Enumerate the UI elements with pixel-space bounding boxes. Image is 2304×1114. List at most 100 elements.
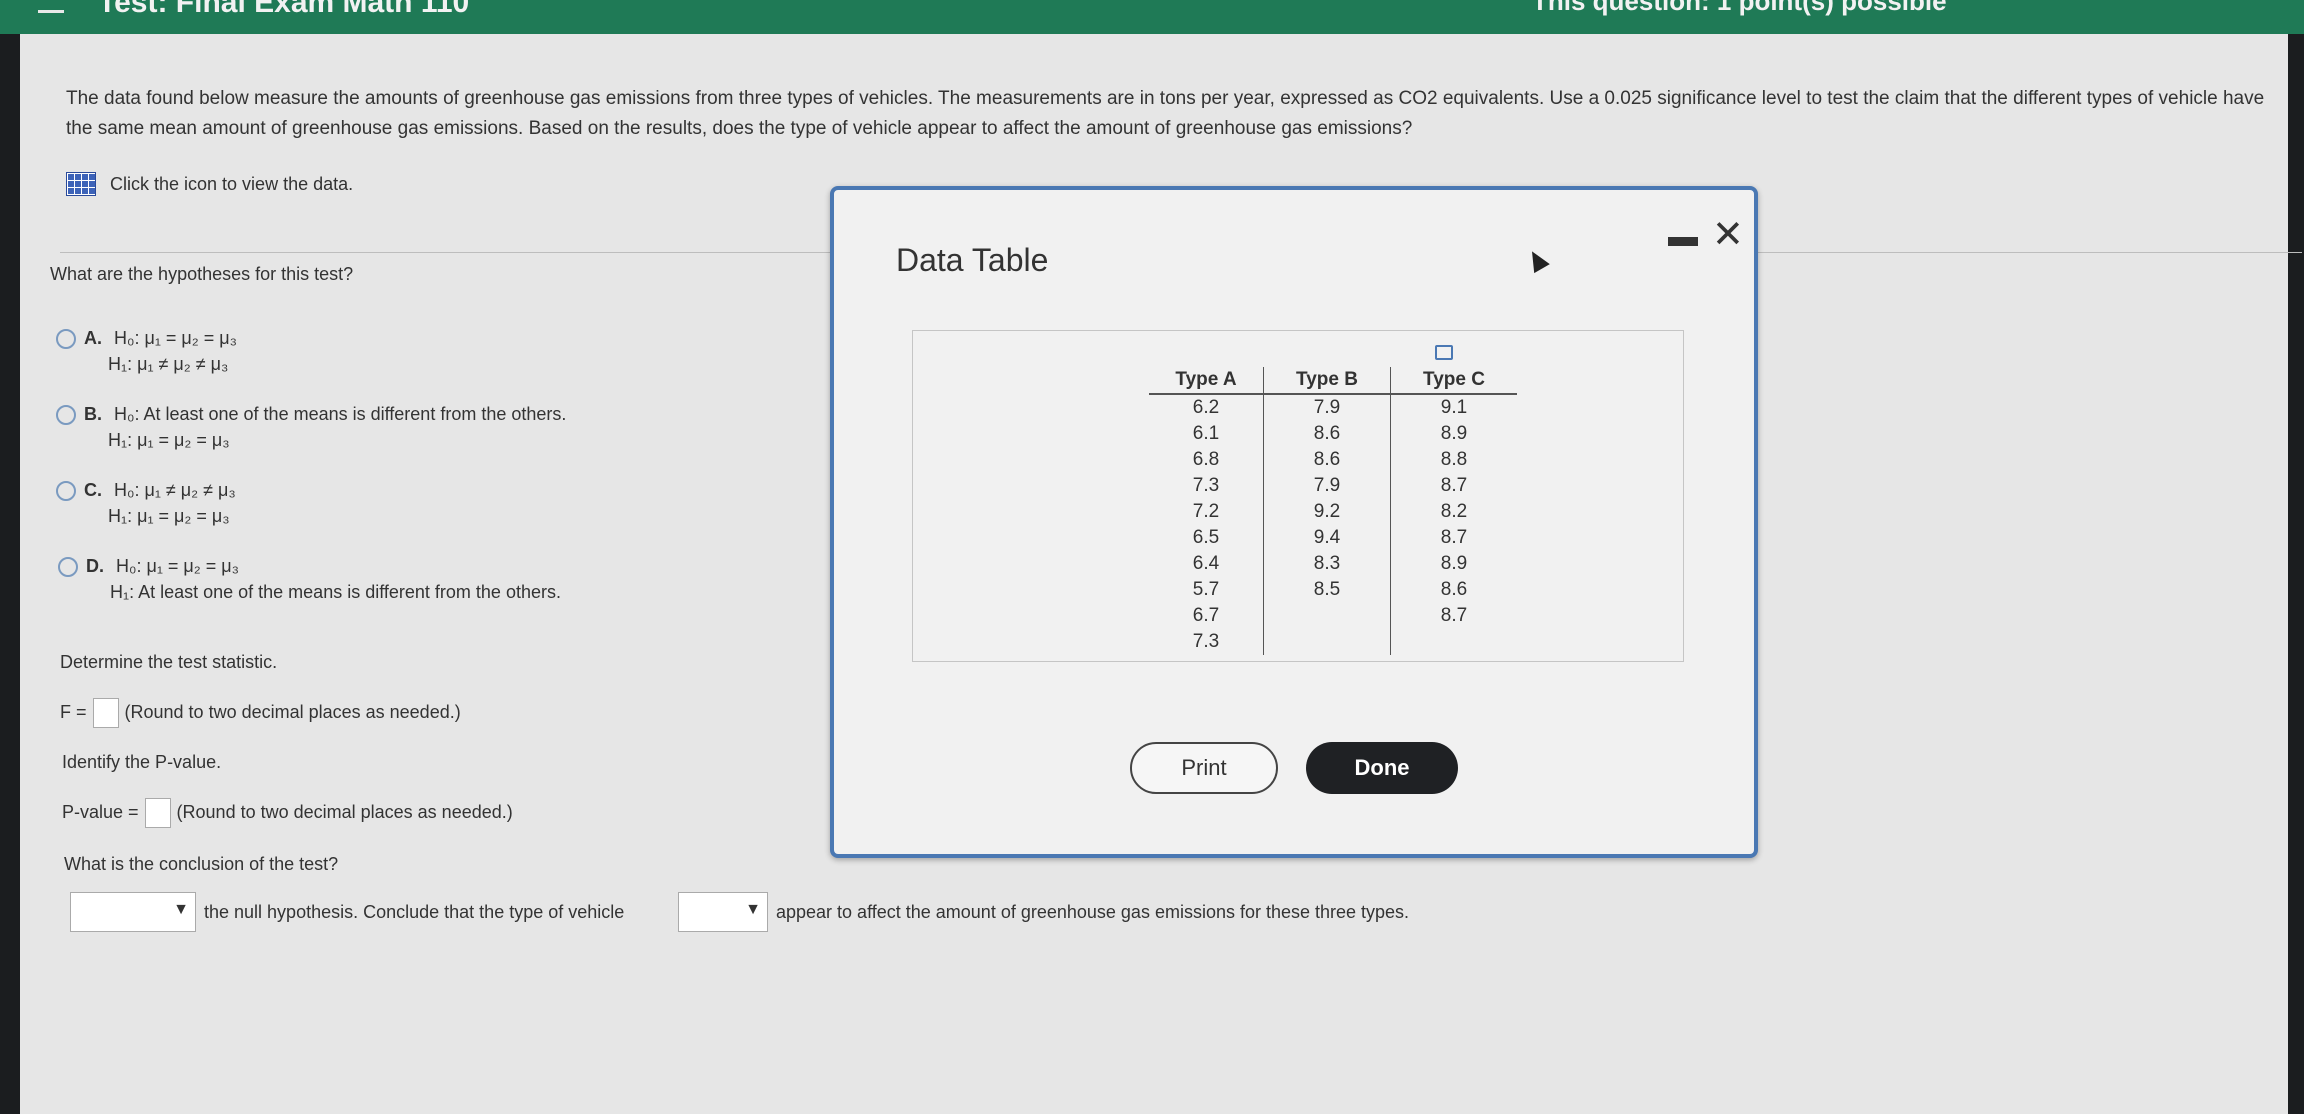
pvalue-label: P-value =: [62, 801, 139, 822]
option-d-line1: H₀: μ₁ = μ₂ = μ₃: [116, 556, 240, 576]
option-b-line2: H₁: μ₁ = μ₂ = μ₃: [108, 430, 230, 450]
table-header-row: Type A Type B Type C: [1149, 367, 1517, 395]
cell: 7.3: [1149, 629, 1264, 655]
option-a-line1: H₀: μ₁ = μ₂ = μ₃: [114, 328, 238, 348]
data-table-frame: Type A Type B Type C 6.2 7.9 9.1 6.1 8.6 8.9…: [912, 330, 1684, 662]
pvalue-row: P-value = (Round to two decimal places as…: [62, 798, 513, 828]
print-button[interactable]: Print: [1130, 742, 1278, 794]
cell: 8.6: [1263, 421, 1391, 447]
cell: 8.9: [1440, 553, 1468, 574]
conclusion-mid: the null hypothesis. Conclude that the t…: [204, 902, 625, 922]
header-type-b: Type B: [1263, 367, 1391, 395]
cell: 6.7: [1149, 603, 1264, 629]
option-d-letter: D.: [86, 556, 104, 576]
option-b-line1: H₀: At least one of the means is differe…: [114, 404, 567, 424]
cell: 8.7: [1440, 475, 1468, 496]
option-a-line2: H₁: μ₁ ≠ μ₂ ≠ μ₃: [108, 354, 229, 374]
option-c-letter: C.: [84, 480, 102, 500]
null-decision-select[interactable]: ▼: [70, 892, 196, 932]
cell: [1391, 629, 1518, 655]
table-row: 6.1 8.6 8.9: [1149, 421, 1517, 447]
header-type-c: Type C: [1390, 367, 1517, 395]
chevron-down-icon: ▼: [745, 901, 761, 918]
question-intro: The data found below measure the amounts…: [66, 88, 2265, 139]
table-row: 6.4 8.3 8.9: [1149, 551, 1517, 577]
copy-icon[interactable]: [1435, 345, 1453, 360]
option-c-line2: H₁: μ₁ = μ₂ = μ₃: [108, 506, 230, 526]
cell: 6.8: [1149, 447, 1264, 473]
cell: 8.7: [1440, 527, 1468, 548]
data-table-dialog: Data Table ▬ ✕ Type A Type B Type C 6.2 7…: [830, 186, 1758, 858]
done-button[interactable]: Done: [1306, 742, 1458, 794]
option-b-letter: B.: [84, 404, 102, 424]
cell: 8.9: [1440, 423, 1468, 444]
cell: 7.9: [1263, 473, 1391, 499]
table-row: 7.3: [1149, 629, 1517, 655]
pvalue-hint: (Round to two decimal places as needed.): [176, 801, 513, 822]
cell: 6.4: [1149, 551, 1264, 577]
cell: 8.8: [1440, 449, 1468, 470]
option-d[interactable]: D. H₀: μ₁ = μ₂ = μ₃ H₁: At least one of t…: [58, 556, 561, 602]
cell: 9.4: [1263, 525, 1391, 551]
cell: 5.7: [1149, 577, 1264, 603]
page-title: Test: Final Exam Math 110: [98, 0, 470, 19]
view-data-text: Click the icon to view the data.: [110, 173, 354, 194]
menu-icon[interactable]: [38, 0, 64, 13]
cell: 6.1: [1149, 421, 1264, 447]
table-row: 5.7 8.5 8.6: [1149, 577, 1517, 603]
f-label: F =: [60, 701, 87, 722]
cell: 7.2: [1149, 499, 1264, 525]
f-hint: (Round to two decimal places as needed.): [124, 701, 461, 722]
pvalue-input[interactable]: [144, 798, 171, 828]
table-row: 6.2 7.9 9.1: [1149, 394, 1517, 421]
cell: 8.5: [1263, 577, 1391, 603]
points-label: This question: 1 point(s) possible: [1532, 0, 1947, 16]
cell: 6.2: [1149, 394, 1264, 421]
top-bar: Test: Final Exam Math 110 This question:…: [0, 0, 2304, 34]
pvalue-prompt: Identify the P-value.: [62, 752, 222, 772]
close-icon[interactable]: ✕: [1712, 212, 1744, 257]
hypotheses-prompt: What are the hypotheses for this test?: [50, 264, 354, 284]
view-data-link[interactable]: Click the icon to view the data.: [66, 172, 353, 196]
cell: 8.7: [1440, 605, 1468, 626]
cell: 7.3: [1149, 473, 1264, 499]
cell: 6.5: [1149, 525, 1264, 551]
conclusion-end: appear to affect the amount of greenhous…: [776, 902, 1410, 922]
dialog-title: Data Table: [896, 242, 1049, 278]
cell: [1263, 629, 1391, 655]
table-row: 7.3 7.9 8.7: [1149, 473, 1517, 499]
radio-a[interactable]: [56, 329, 76, 350]
cell: [1263, 603, 1391, 629]
header-type-a: Type A: [1149, 367, 1264, 395]
radio-b[interactable]: [56, 405, 76, 426]
option-a[interactable]: A. H₀: μ₁ = μ₂ = μ₃ H₁: μ₁ ≠ μ₂ ≠ μ₃: [56, 328, 238, 374]
conclusion-prompt: What is the conclusion of the test?: [64, 854, 339, 874]
option-b[interactable]: B. H₀: At least one of the means is diffe…: [56, 404, 567, 450]
cell: 7.9: [1263, 394, 1391, 421]
data-table: Type A Type B Type C 6.2 7.9 9.1 6.1 8.6 8.9…: [1149, 367, 1517, 655]
table-row: 6.8 8.6 8.8: [1149, 447, 1517, 473]
question-content: The data found below measure the amounts…: [66, 84, 2266, 196]
chevron-down-icon: ▼: [173, 901, 189, 918]
table-row: 6.7 8.7: [1149, 603, 1517, 629]
cell: 8.6: [1263, 447, 1391, 473]
table-row: 6.5 9.4 8.7: [1149, 525, 1517, 551]
f-row: F = (Round to two decimal places as neede…: [60, 698, 461, 728]
cell: 8.6: [1440, 579, 1468, 600]
table-row: 7.2 9.2 8.2: [1149, 499, 1517, 525]
option-c-line1: H₀: μ₁ ≠ μ₂ ≠ μ₃: [114, 480, 236, 500]
option-a-letter: A.: [84, 328, 102, 348]
cell: 9.1: [1440, 397, 1468, 418]
data-table-icon[interactable]: [66, 172, 96, 196]
test-stat-prompt: Determine the test statistic.: [60, 652, 278, 672]
radio-c[interactable]: [56, 481, 76, 502]
vehicle-effect-select[interactable]: ▼: [678, 892, 768, 932]
cell: 8.2: [1440, 501, 1468, 522]
radio-d[interactable]: [58, 557, 78, 578]
option-d-line2: H₁: At least one of the means is differe…: [110, 582, 561, 602]
cell: 9.2: [1263, 499, 1391, 525]
f-input[interactable]: [92, 698, 119, 728]
option-c[interactable]: C. H₀: μ₁ ≠ μ₂ ≠ μ₃ H₁: μ₁ = μ₂ = μ₃: [56, 480, 236, 526]
minimize-icon[interactable]: ▬: [1668, 220, 1698, 254]
cell: 8.3: [1263, 551, 1391, 577]
